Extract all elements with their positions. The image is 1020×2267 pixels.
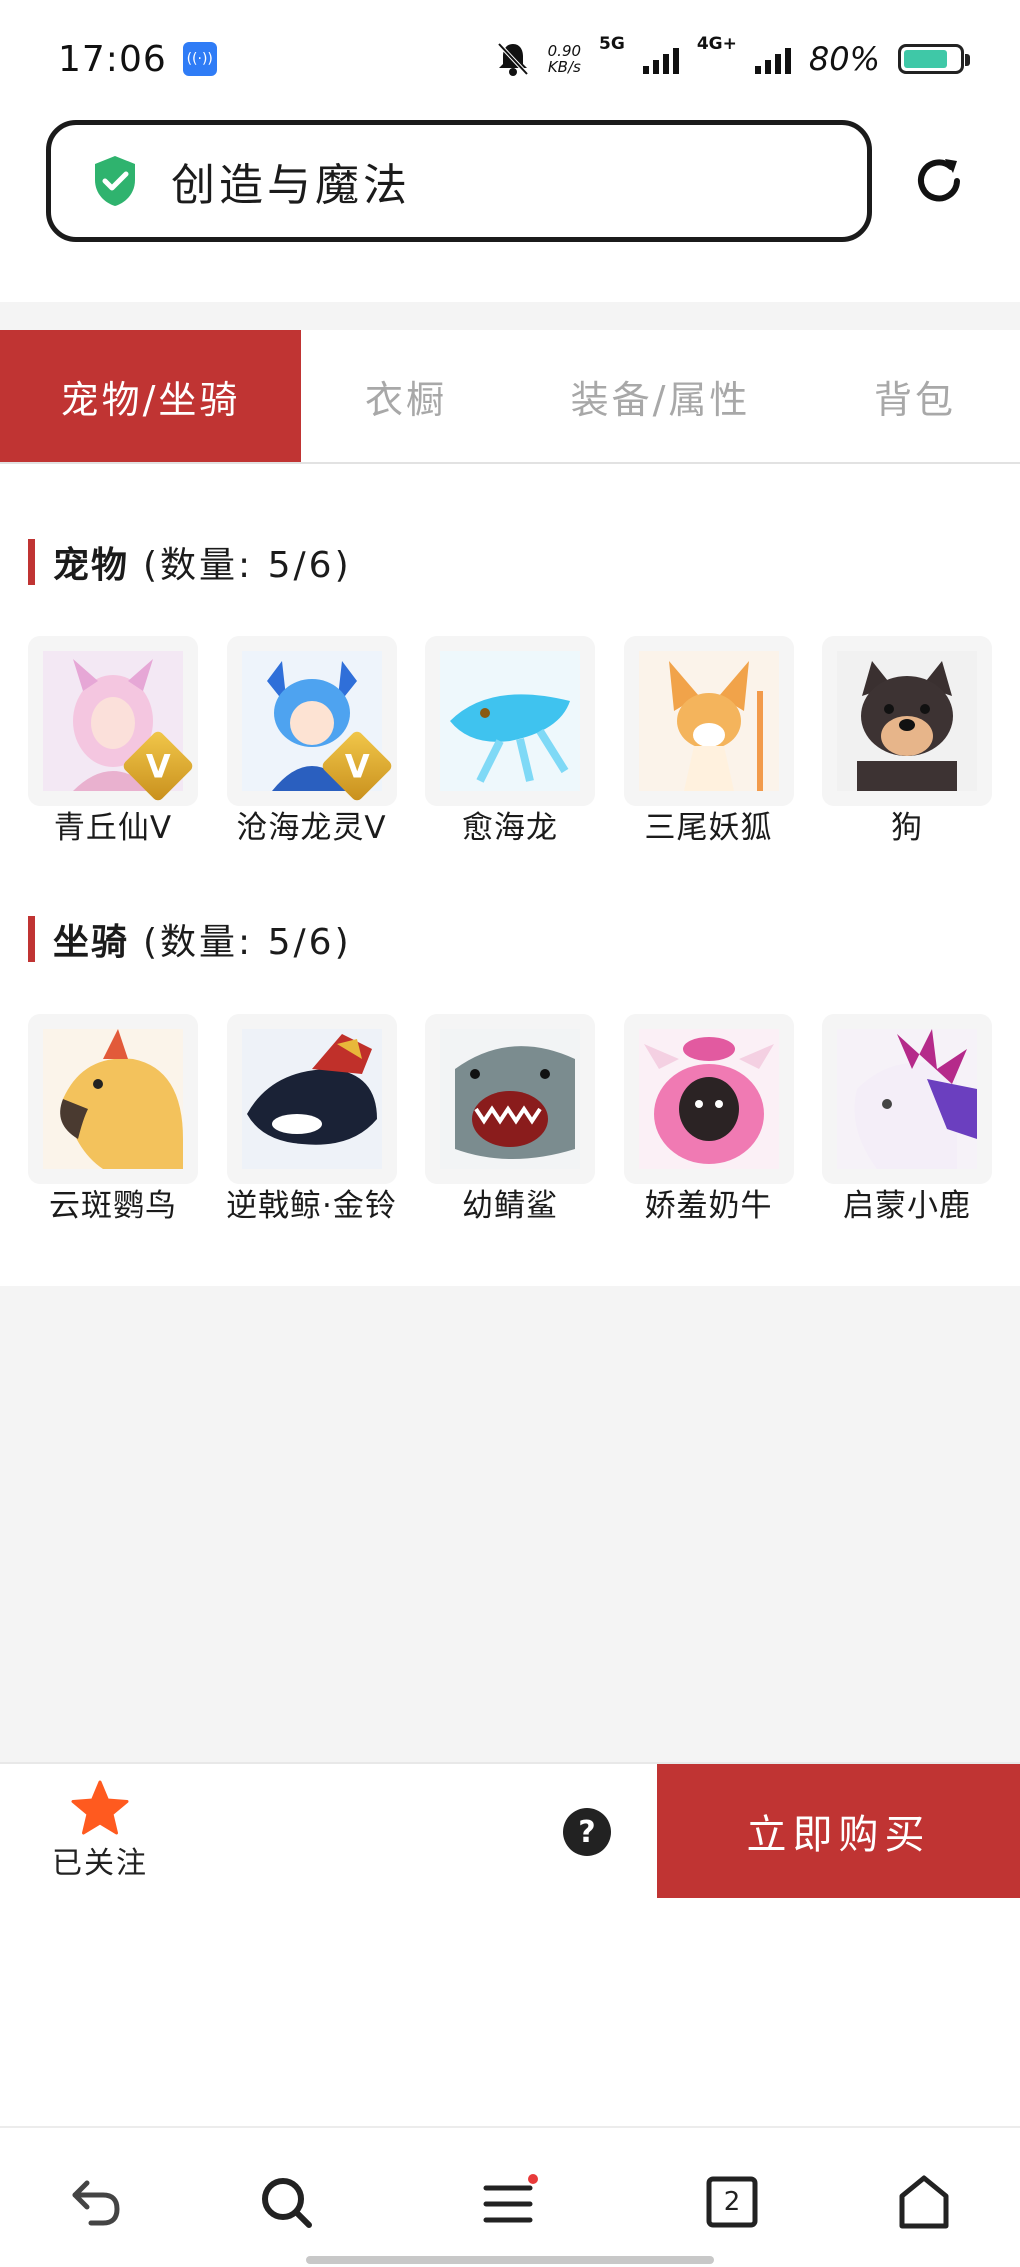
mount-name: 云斑鹦鸟 bbox=[49, 1188, 177, 1224]
tab-backpack[interactable]: 背包 bbox=[810, 330, 1020, 462]
hotspot-icon: ((·)) bbox=[182, 42, 217, 76]
status-time: 17:06 bbox=[58, 38, 167, 80]
mute-bell-icon bbox=[497, 42, 529, 76]
mount-image bbox=[226, 1014, 397, 1184]
mount-item[interactable]: 逆戟鲸·金铃 bbox=[226, 1014, 397, 1224]
browser-nav-bar: 2 bbox=[0, 2126, 1020, 2267]
mount-name: 娇羞奶牛 bbox=[644, 1188, 773, 1224]
pet-name: 沧海龙灵V bbox=[236, 810, 387, 846]
mount-name: 启蒙小鹿 bbox=[843, 1188, 971, 1224]
tabs-count: 2 bbox=[723, 2187, 741, 2217]
mounts-title: 坐骑 bbox=[53, 922, 130, 963]
follow-button[interactable]: 已关注 bbox=[50, 1780, 150, 1882]
pet-item[interactable]: 愈海龙 bbox=[425, 636, 595, 846]
battery-icon bbox=[898, 44, 970, 74]
back-button[interactable] bbox=[66, 2172, 126, 2232]
net-speed: 0.90 KB/s bbox=[547, 42, 582, 76]
pet-image: V bbox=[226, 636, 397, 806]
help-button[interactable]: ? bbox=[563, 1808, 611, 1856]
action-bar: 已关注 ? 立即购买 bbox=[0, 1762, 1020, 1898]
shield-check-icon bbox=[95, 156, 135, 206]
pet-item[interactable]: 三尾妖狐 bbox=[623, 636, 794, 846]
menu-button[interactable] bbox=[480, 2172, 540, 2232]
mount-item[interactable]: 启蒙小鹿 bbox=[822, 1014, 992, 1224]
pet-item[interactable]: V 青丘仙V bbox=[28, 636, 198, 846]
mount-name: 幼鲭鲨 bbox=[462, 1188, 558, 1224]
tabs-button[interactable]: 2 bbox=[702, 2172, 762, 2232]
reload-button[interactable] bbox=[908, 150, 970, 212]
mount-image bbox=[623, 1014, 794, 1184]
pet-image bbox=[425, 636, 595, 806]
net-4g-label: 4G+ bbox=[696, 34, 737, 54]
tab-equipment[interactable]: 装备/属性 bbox=[511, 330, 810, 462]
pet-name: 狗 bbox=[891, 810, 923, 846]
url-bar[interactable]: 创造与魔法 bbox=[46, 120, 872, 242]
mounts-count: (数量: 5/6) bbox=[143, 922, 352, 963]
menu-icon bbox=[483, 2174, 538, 2223]
tab-wardrobe[interactable]: 衣橱 bbox=[301, 330, 511, 462]
search-icon bbox=[262, 2178, 312, 2228]
mount-item[interactable]: 娇羞奶牛 bbox=[623, 1014, 794, 1224]
follow-label: 已关注 bbox=[52, 1846, 148, 1881]
tab-pets-mounts[interactable]: 宠物/坐骑 bbox=[0, 330, 301, 462]
mount-image bbox=[425, 1014, 595, 1184]
mounts-grid: 云斑鹦鸟 逆戟鲸·金铃 幼鲭鲨 娇羞奶牛 启蒙小鹿 bbox=[28, 1014, 992, 1224]
battery-percent: 80% bbox=[808, 40, 880, 78]
notification-dot-icon bbox=[528, 2174, 538, 2184]
home-icon bbox=[899, 2175, 949, 2229]
mount-image bbox=[28, 1014, 198, 1184]
mount-image bbox=[822, 1014, 992, 1184]
status-bar: 17:06 ((·)) 0.90 KB/s 5G 4G+ 80% bbox=[0, 0, 1020, 118]
pets-title: 宠物 bbox=[53, 545, 130, 586]
signal-5g-icon bbox=[642, 44, 679, 74]
pets-count: (数量: 5/6) bbox=[143, 545, 352, 586]
pet-image bbox=[822, 636, 992, 806]
reload-icon bbox=[918, 159, 960, 202]
pet-name: 愈海龙 bbox=[462, 810, 558, 846]
mount-item[interactable]: 云斑鹦鸟 bbox=[28, 1014, 198, 1224]
divider bbox=[0, 302, 1020, 330]
pet-item[interactable]: V 沧海龙灵V bbox=[226, 636, 397, 846]
mounts-section-title: 坐骑 (数量: 5/6) bbox=[28, 916, 352, 963]
back-arrow-icon bbox=[72, 2180, 120, 2226]
mount-item[interactable]: 幼鲭鲨 bbox=[425, 1014, 595, 1224]
pet-name: 三尾妖狐 bbox=[644, 810, 773, 846]
pets-section-title: 宠物 (数量: 5/6) bbox=[28, 539, 352, 586]
pet-name: 青丘仙V bbox=[53, 810, 173, 846]
pets-grid: V 青丘仙V V 沧海龙灵V 愈海龙 三尾妖狐 狗 bbox=[28, 636, 992, 846]
buy-now-button[interactable]: 立即购买 bbox=[657, 1764, 1020, 1898]
pet-item[interactable]: 狗 bbox=[822, 636, 992, 846]
pet-image: V bbox=[28, 636, 198, 806]
signal-4g-icon bbox=[754, 44, 791, 74]
content-background bbox=[0, 1286, 1020, 1762]
net-5g-label: 5G bbox=[599, 34, 625, 54]
pet-image bbox=[623, 636, 794, 806]
search-button[interactable] bbox=[256, 2172, 316, 2232]
gesture-bar[interactable] bbox=[306, 2256, 714, 2264]
home-button[interactable] bbox=[894, 2172, 954, 2232]
page-title: 创造与魔法 bbox=[171, 160, 411, 211]
mount-name: 逆戟鲸·金铃 bbox=[226, 1188, 397, 1224]
tab-bar: 宠物/坐骑 衣橱 装备/属性 背包 bbox=[0, 330, 1020, 464]
star-icon bbox=[71, 1780, 129, 1835]
